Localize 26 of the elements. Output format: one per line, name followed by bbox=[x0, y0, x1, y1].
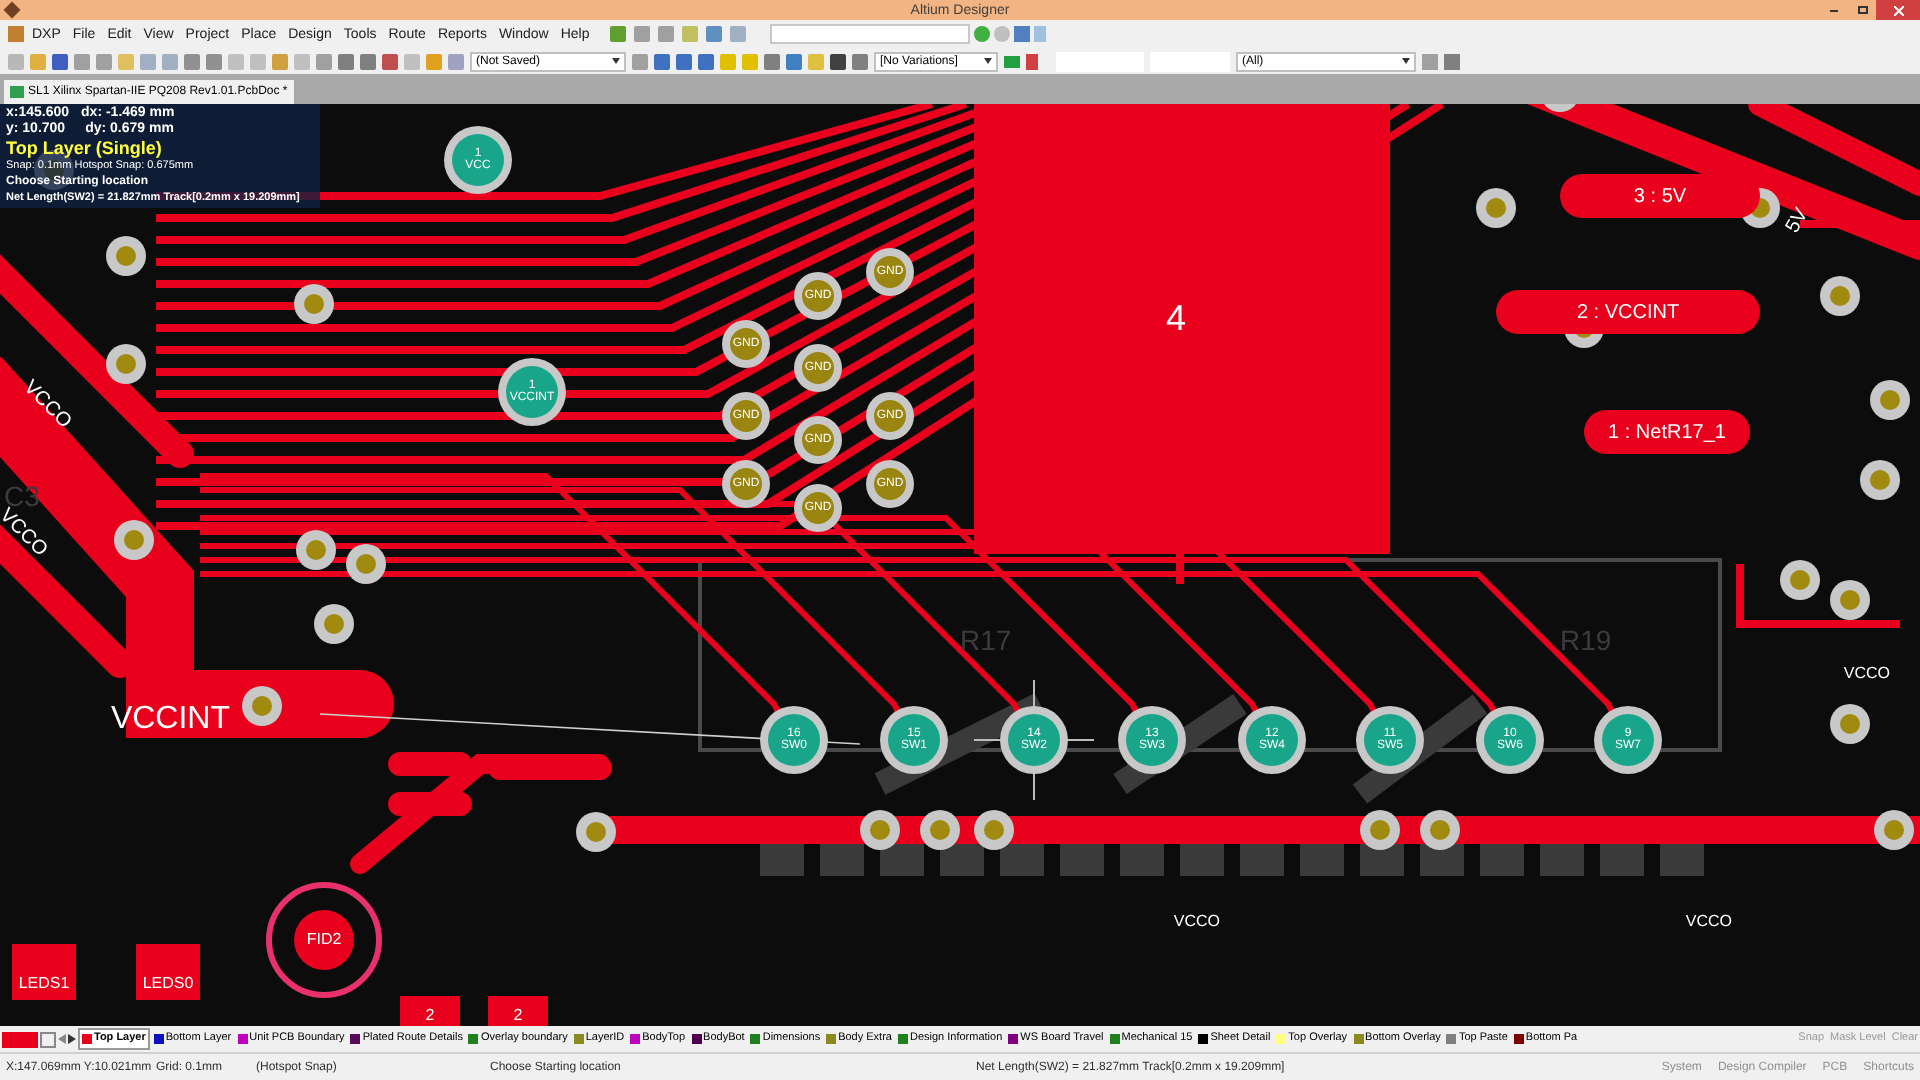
close-icon[interactable] bbox=[1876, 0, 1920, 20]
pcb-document-icon bbox=[10, 86, 24, 98]
fiducial: FID2 bbox=[266, 882, 382, 998]
net-label: VCCO bbox=[1173, 910, 1220, 934]
toolbar-field[interactable] bbox=[1150, 51, 1230, 71]
toolbar-field[interactable] bbox=[1056, 51, 1144, 71]
net-label: VCCO bbox=[1685, 910, 1732, 934]
caret-icon bbox=[1402, 58, 1410, 64]
smd-pad: 2 bbox=[488, 996, 548, 1026]
silkscreen-label: R17 bbox=[960, 622, 1012, 660]
net-label: VCCO bbox=[1843, 662, 1890, 686]
caret-icon bbox=[612, 58, 620, 64]
net-pad: 1 : NetR17_1 bbox=[1584, 410, 1750, 454]
smd-pad: 2 bbox=[400, 996, 460, 1026]
led-pad: LEDS0 bbox=[136, 944, 200, 1000]
net-pad: 3 : 5V bbox=[1560, 174, 1760, 218]
toolbar-field[interactable] bbox=[769, 24, 970, 44]
component-label: 4 bbox=[1166, 296, 1187, 342]
caret-icon bbox=[984, 58, 992, 64]
hud-layer: Top Layer (Single) bbox=[6, 138, 164, 158]
app-logo-icon bbox=[3, 1, 21, 19]
net-label: 5V bbox=[1780, 202, 1816, 240]
current-layer-swatch[interactable] bbox=[2, 1031, 38, 1047]
net-pad: 2 : VCCINT bbox=[1496, 290, 1760, 334]
led-pad: LEDS1 bbox=[12, 944, 76, 1000]
layer-set-icon[interactable] bbox=[40, 1031, 56, 1047]
